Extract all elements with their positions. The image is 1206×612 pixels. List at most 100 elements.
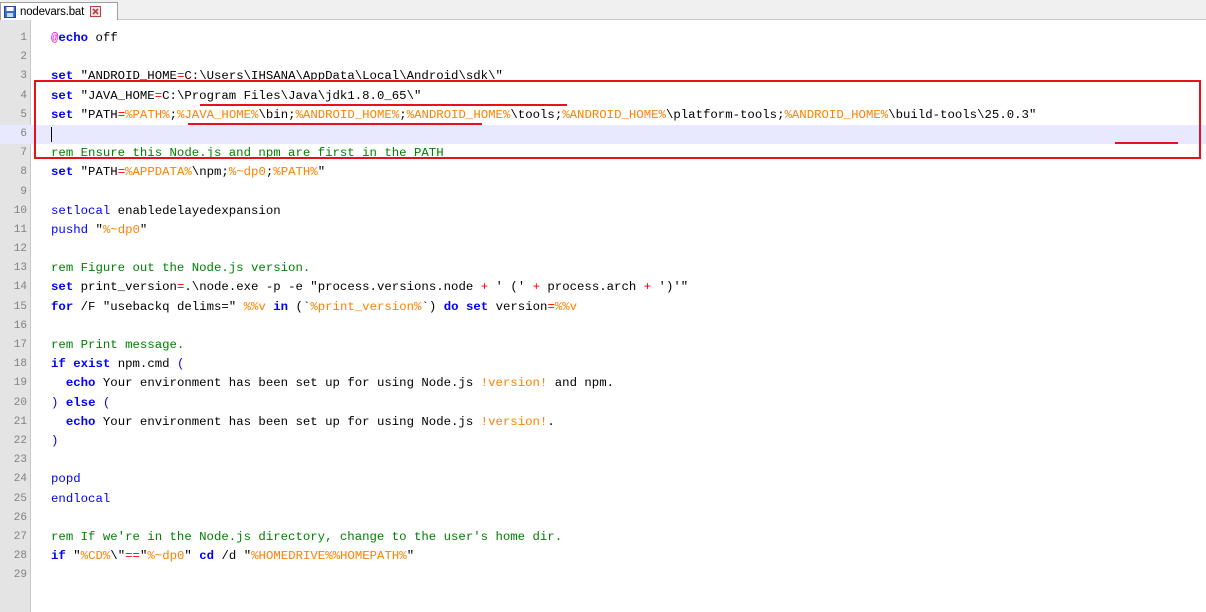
code-line[interactable]: 6 [0,124,1206,145]
code-line[interactable]: 16 [0,317,1206,336]
code-line[interactable]: 4 set "JAVA_HOME=C:\Program Files\Java\jd… [0,87,1206,106]
code-line[interactable]: 18 if exist npm.cmd ( [0,355,1206,374]
code-text: for /F "usebackq delims=" %%v in (`%prin… [51,298,577,317]
line-number: 20 [13,396,27,409]
code-token: %HOMEDRIVE%%HOMEPATH% [251,549,407,564]
code-line[interactable]: 1 @echo off [0,29,1206,48]
code-token: print_version [73,280,177,295]
code-token: cd [199,549,215,564]
code-token: " [184,549,200,564]
code-text: rem Print message. [51,336,184,355]
code-token: echo [58,31,89,45]
code-token: off [88,31,118,45]
line-number: 24 [13,473,27,486]
code-line[interactable]: 17 rem Print message. [0,336,1206,355]
code-line[interactable]: 28 if "%CD%\"=="%~dp0" cd /d "%HOMEDRIVE%… [0,547,1206,566]
code-token: rem If we're in the Node.js directory, c… [51,529,563,544]
close-icon[interactable] [90,6,102,17]
code-line[interactable]: 22) [0,432,1206,451]
code-token: ')'" [651,280,689,295]
code-token: set [51,165,74,180]
code-line[interactable]: 11 pushd "%~dp0" [0,221,1206,240]
code-line[interactable]: 25 endlocal [0,490,1206,509]
code-line[interactable]: 2 [0,48,1206,67]
code-token: !version! [480,414,548,429]
line-number: 13 [13,262,27,275]
code-token: %ANDROID_HOME% [784,107,889,122]
line-number: 19 [13,377,27,390]
code-line[interactable]: 27 rem If we're in the Node.js directory,… [0,528,1206,547]
code-line[interactable]: 24 popd [0,470,1206,489]
code-line[interactable]: 13 rem Figure out the Node.js version. [0,259,1206,278]
code-line[interactable]: 9 [0,183,1206,202]
line-number: 27 [13,530,27,543]
code-editor[interactable]: 1 @echo off 2 3 set "ANDROID_HOME=C:\Users\I… [0,20,1206,612]
code-token: if [51,549,66,564]
code-token: and npm. [547,376,615,391]
code-token: " [139,222,148,237]
code-token: rem Figure out the Node.js version. [51,261,311,276]
code-token: \npm; [191,165,229,180]
line-number: 22 [13,434,27,447]
line-number: 18 [13,358,27,371]
code-line[interactable]: 20 ) else ( [0,394,1206,413]
code-token: /d " [214,549,252,564]
code-line[interactable]: 7 rem Ensure this Node.js and npm are fir… [0,144,1206,163]
code-line[interactable]: 10 setlocal enabledelayedexpansion [0,202,1206,221]
code-token: do [443,299,459,314]
code-token: = [117,107,126,122]
line-number: 21 [13,415,27,428]
line-number: 10 [13,204,27,217]
line-number: 28 [13,550,27,563]
code-token: . [547,414,555,429]
code-text: pushd "%~dp0" [51,221,147,240]
code-token: %JAVA_HOME% [176,107,259,122]
line-number: 4 [20,89,27,102]
code-token: C:\Users\IHSANA\AppData\Local\Android\sd… [184,69,503,84]
code-token: npm.cmd [110,357,177,372]
code-token: %print_version% [310,299,422,314]
code-line[interactable]: 14 set print_version=.\node.exe -p -e "pr… [0,278,1206,297]
code-line[interactable]: 23 [0,451,1206,470]
code-text: ) else ( [51,394,110,413]
code-token: "PATH [73,107,118,122]
code-line[interactable]: 21 echo Your environment has been set up… [0,413,1206,432]
code-token: .\node.exe -p -e "process.versions.node [184,280,481,295]
code-token: enabledelayedexpansion [110,203,281,218]
code-line[interactable]: 19 echo Your environment has been set up… [0,374,1206,393]
code-line[interactable]: 12 [0,240,1206,259]
code-line[interactable]: 8 set "PATH=%APPDATA%\npm;%~dp0;%PATH%" [0,163,1206,182]
code-line[interactable]: 15 for /F "usebackq delims=" %%v in (`%pr… [0,298,1206,317]
line-number: 12 [13,243,27,256]
code-token: " [317,165,326,180]
code-token: "ANDROID_HOME [73,69,177,84]
code-token: \bin; [258,107,296,122]
code-text: ) [51,432,58,451]
code-token: %ANDROID_HOME% [295,107,400,122]
line-number: 17 [13,339,27,351]
code-line[interactable]: 29 [0,566,1206,585]
tab-title: nodevars.bat [20,5,85,18]
code-lines: 1 @echo off 2 3 set "ANDROID_HOME=C:\Users\I… [0,29,1206,585]
code-line[interactable]: 26 [0,509,1206,528]
code-token: Your environment has been set up for usi… [95,414,481,429]
code-line[interactable]: 3 set "ANDROID_HOME=C:\Users\IHSANA\AppDa… [0,67,1206,86]
tab-nodevars[interactable]: nodevars.bat [0,2,118,20]
code-token: if [51,357,66,372]
code-text: endlocal [51,490,110,509]
code-token: \platform-tools; [665,107,785,122]
code-text: set "ANDROID_HOME=C:\Users\IHSANA\AppDat… [51,67,503,86]
code-text: popd [51,470,81,489]
code-token: + [480,280,489,295]
code-text: rem Figure out the Node.js version. [51,259,310,278]
code-line[interactable]: 5 set "PATH=%PATH%;%JAVA_HOME%\bin;%ANDRO… [0,106,1206,125]
code-token: \" [110,549,126,564]
line-number: 1 [20,32,27,44]
line-number: 7 [20,147,27,160]
tab-bar: nodevars.bat [0,0,1206,20]
code-token: " [65,549,81,564]
code-text: @echo off [51,29,118,48]
code-token: %PATH% [125,107,170,122]
